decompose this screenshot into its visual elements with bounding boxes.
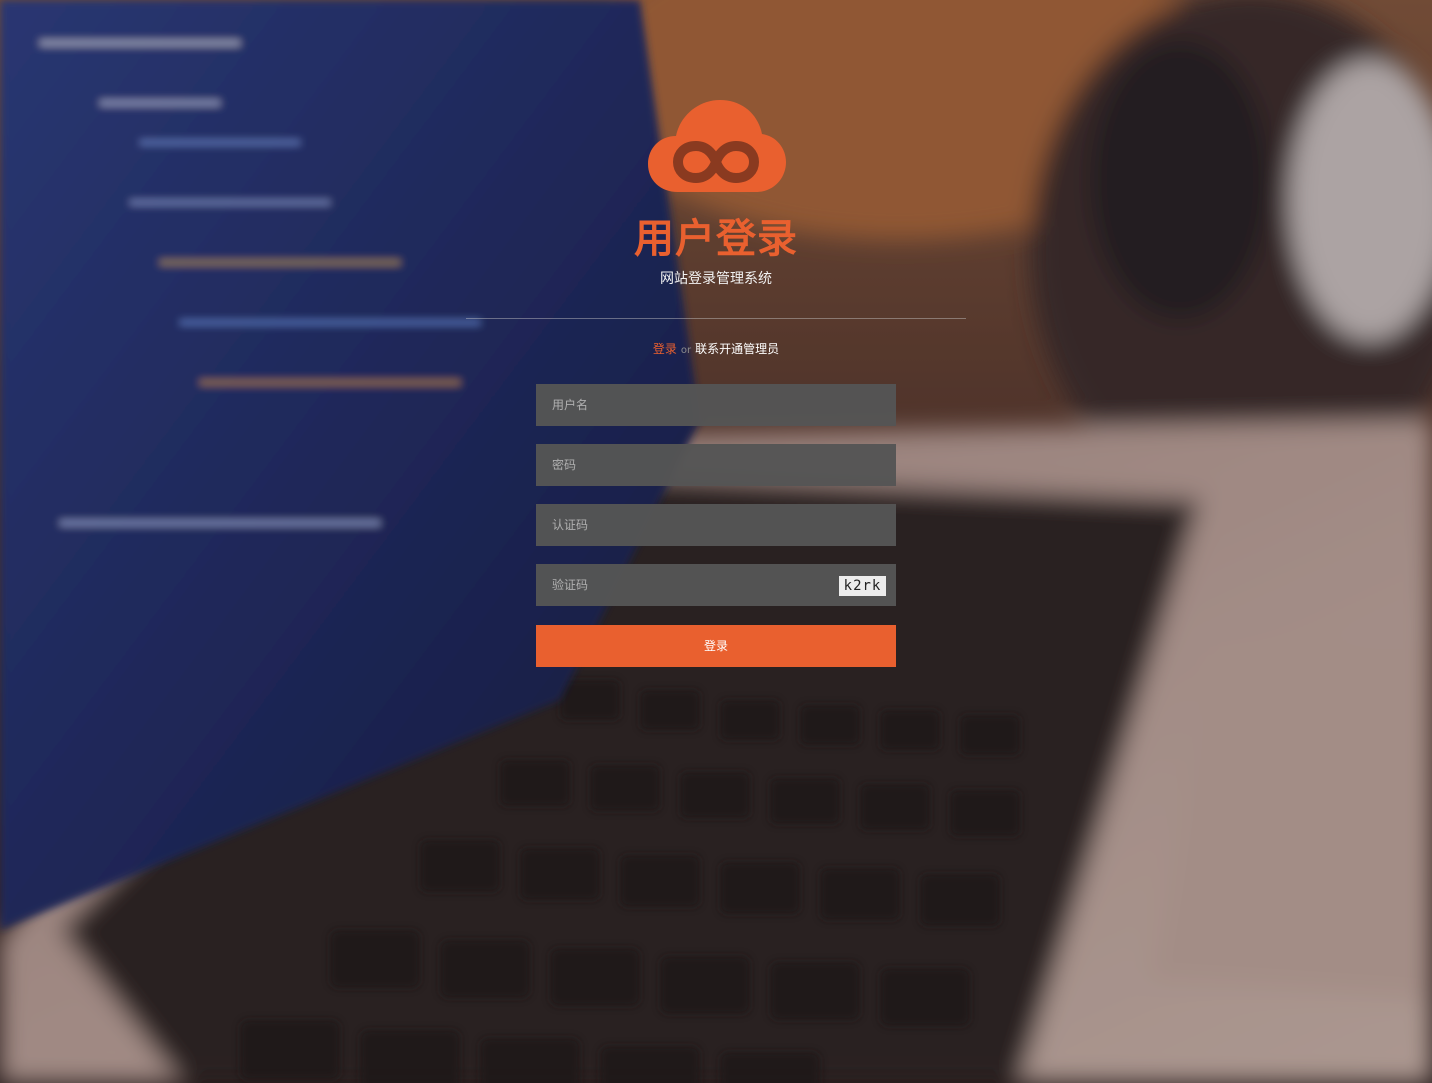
captcha-image[interactable]: k2rk: [839, 576, 886, 596]
auth-code-input[interactable]: [536, 504, 896, 546]
divider: [466, 318, 966, 319]
cloud-infinity-icon: [646, 98, 786, 196]
login-switch: 登录 or 联系开通管理员: [0, 340, 1432, 357]
auth-code-field-wrapper: [536, 504, 896, 546]
login-page: 用户登录 网站登录管理系统 登录or联系开通管理员 k2rk 登录: [0, 0, 1432, 1083]
username-field-wrapper: [536, 384, 896, 426]
or-separator: or: [680, 345, 692, 356]
password-input[interactable]: [536, 444, 896, 486]
captcha-field-wrapper: k2rk: [536, 564, 896, 606]
login-button[interactable]: 登录: [536, 625, 896, 667]
login-tab[interactable]: 登录: [653, 342, 677, 356]
password-field-wrapper: [536, 444, 896, 486]
contact-admin-link[interactable]: 联系开通管理员: [695, 342, 779, 356]
page-title: 用户登录: [634, 216, 798, 262]
username-input[interactable]: [536, 384, 896, 426]
page-subtitle: 网站登录管理系统: [660, 271, 772, 287]
